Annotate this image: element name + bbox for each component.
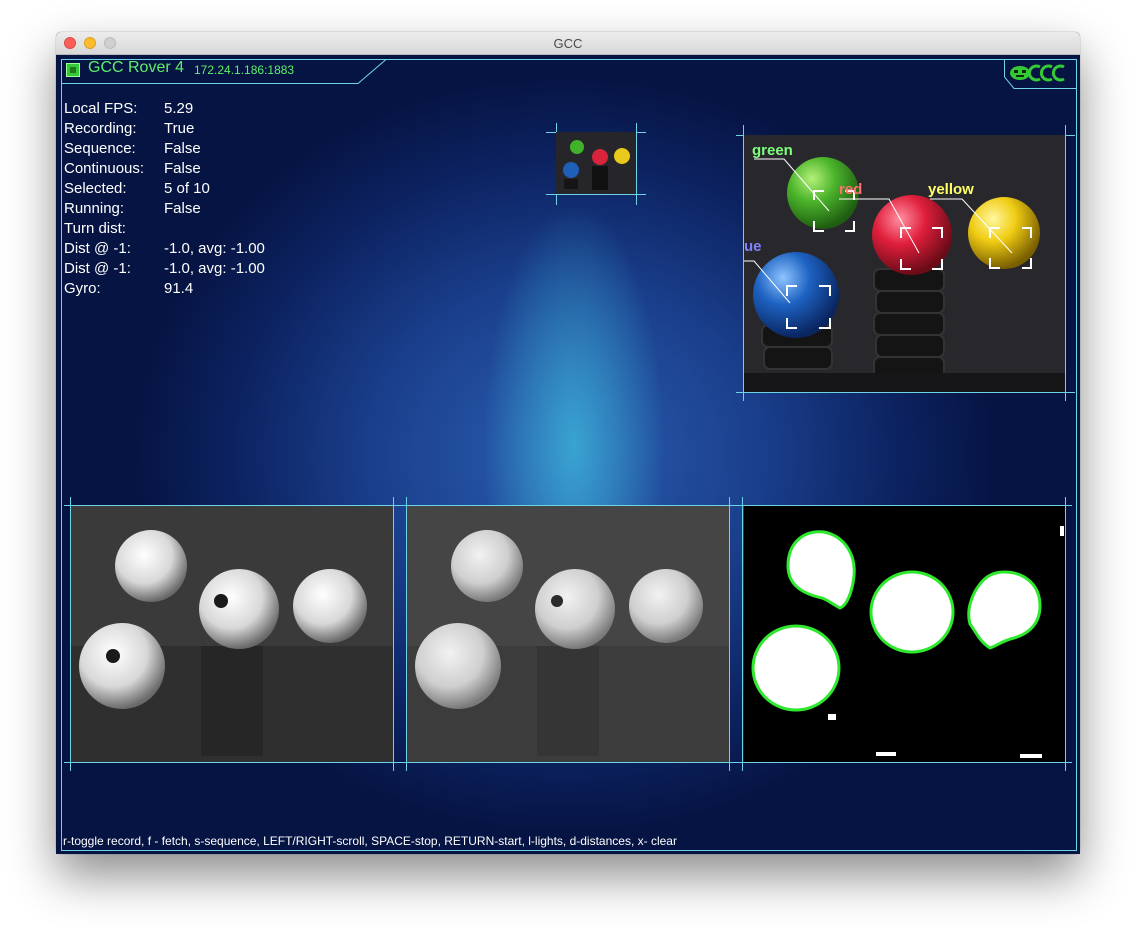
rover-dashboard: GCC Rover 4 172.24.1.186:1883 Local FPS:… (56, 55, 1080, 854)
stat-label: Local FPS: (64, 100, 138, 117)
stat-dist-2: Dist @ -1: -1.0, avg: -1.00 (64, 259, 364, 279)
stat-value: False (164, 140, 201, 157)
stat-value: False (164, 200, 201, 217)
ball-label-red: red (839, 181, 863, 198)
stat-selected: Selected: 5 of 10 (64, 179, 364, 199)
stat-value: -1.0, avg: -1.00 (164, 240, 265, 257)
stat-label: Selected: (64, 180, 127, 197)
stat-value: False (164, 160, 201, 177)
stat-label: Sequence: (64, 140, 136, 157)
stat-label: Gyro: (64, 280, 101, 297)
stat-label: Dist @ -1: (64, 260, 131, 277)
stat-continuous: Continuous: False (64, 159, 364, 179)
camera-view[interactable]: green red yellow ue (744, 135, 1065, 392)
grayscale-view-2[interactable] (407, 506, 729, 762)
stat-value: True (164, 120, 195, 137)
ball-label-yellow: yellow (928, 181, 974, 198)
gcc-logo-icon (1010, 64, 1065, 82)
ball-label-green: green (752, 142, 793, 159)
stat-value: 5.29 (164, 100, 194, 117)
stat-label: Continuous: (64, 160, 145, 177)
app-window: GCC GCC Rover 4 172.24.1.186:1883 Local … (56, 32, 1080, 854)
rover-name: GCC Rover 4 (88, 59, 185, 76)
stat-value: -1.0, avg: -1.00 (164, 260, 265, 277)
rover-address: 172.24.1.186:1883 (194, 63, 295, 77)
stat-recording: Recording: True (64, 119, 364, 139)
stat-label: Recording: (64, 120, 137, 137)
stat-gyro: Gyro: 91.4 (64, 279, 364, 299)
stat-local-fps: Local FPS: 5.29 (64, 99, 364, 119)
camera-thumbnail[interactable] (556, 132, 636, 194)
telemetry-list: Local FPS: 5.29 Recording: True Sequence: F… (64, 99, 364, 299)
title-bar: GCC (56, 32, 1080, 55)
window-title: GCC (553, 36, 583, 51)
connection-status-icon (66, 63, 80, 77)
stat-label: Turn dist: (64, 220, 126, 237)
stat-value: 5 of 10 (164, 180, 210, 197)
stat-label: Running: (64, 200, 125, 217)
stat-turn-dist: Turn dist: (64, 219, 364, 239)
stat-value: 91.4 (164, 280, 194, 297)
keyboard-help-text: r-toggle record, f - fetch, s-sequence, … (63, 834, 677, 848)
stat-label: Dist @ -1: (64, 240, 131, 257)
stat-sequence: Sequence: False (64, 139, 364, 159)
stat-running: Running: False (64, 199, 364, 219)
grayscale-view-1[interactable] (71, 506, 393, 762)
threshold-mask-view[interactable] (744, 506, 1065, 762)
ball-label-blue: ue (744, 238, 762, 255)
stat-dist-1: Dist @ -1: -1.0, avg: -1.00 (64, 239, 364, 259)
